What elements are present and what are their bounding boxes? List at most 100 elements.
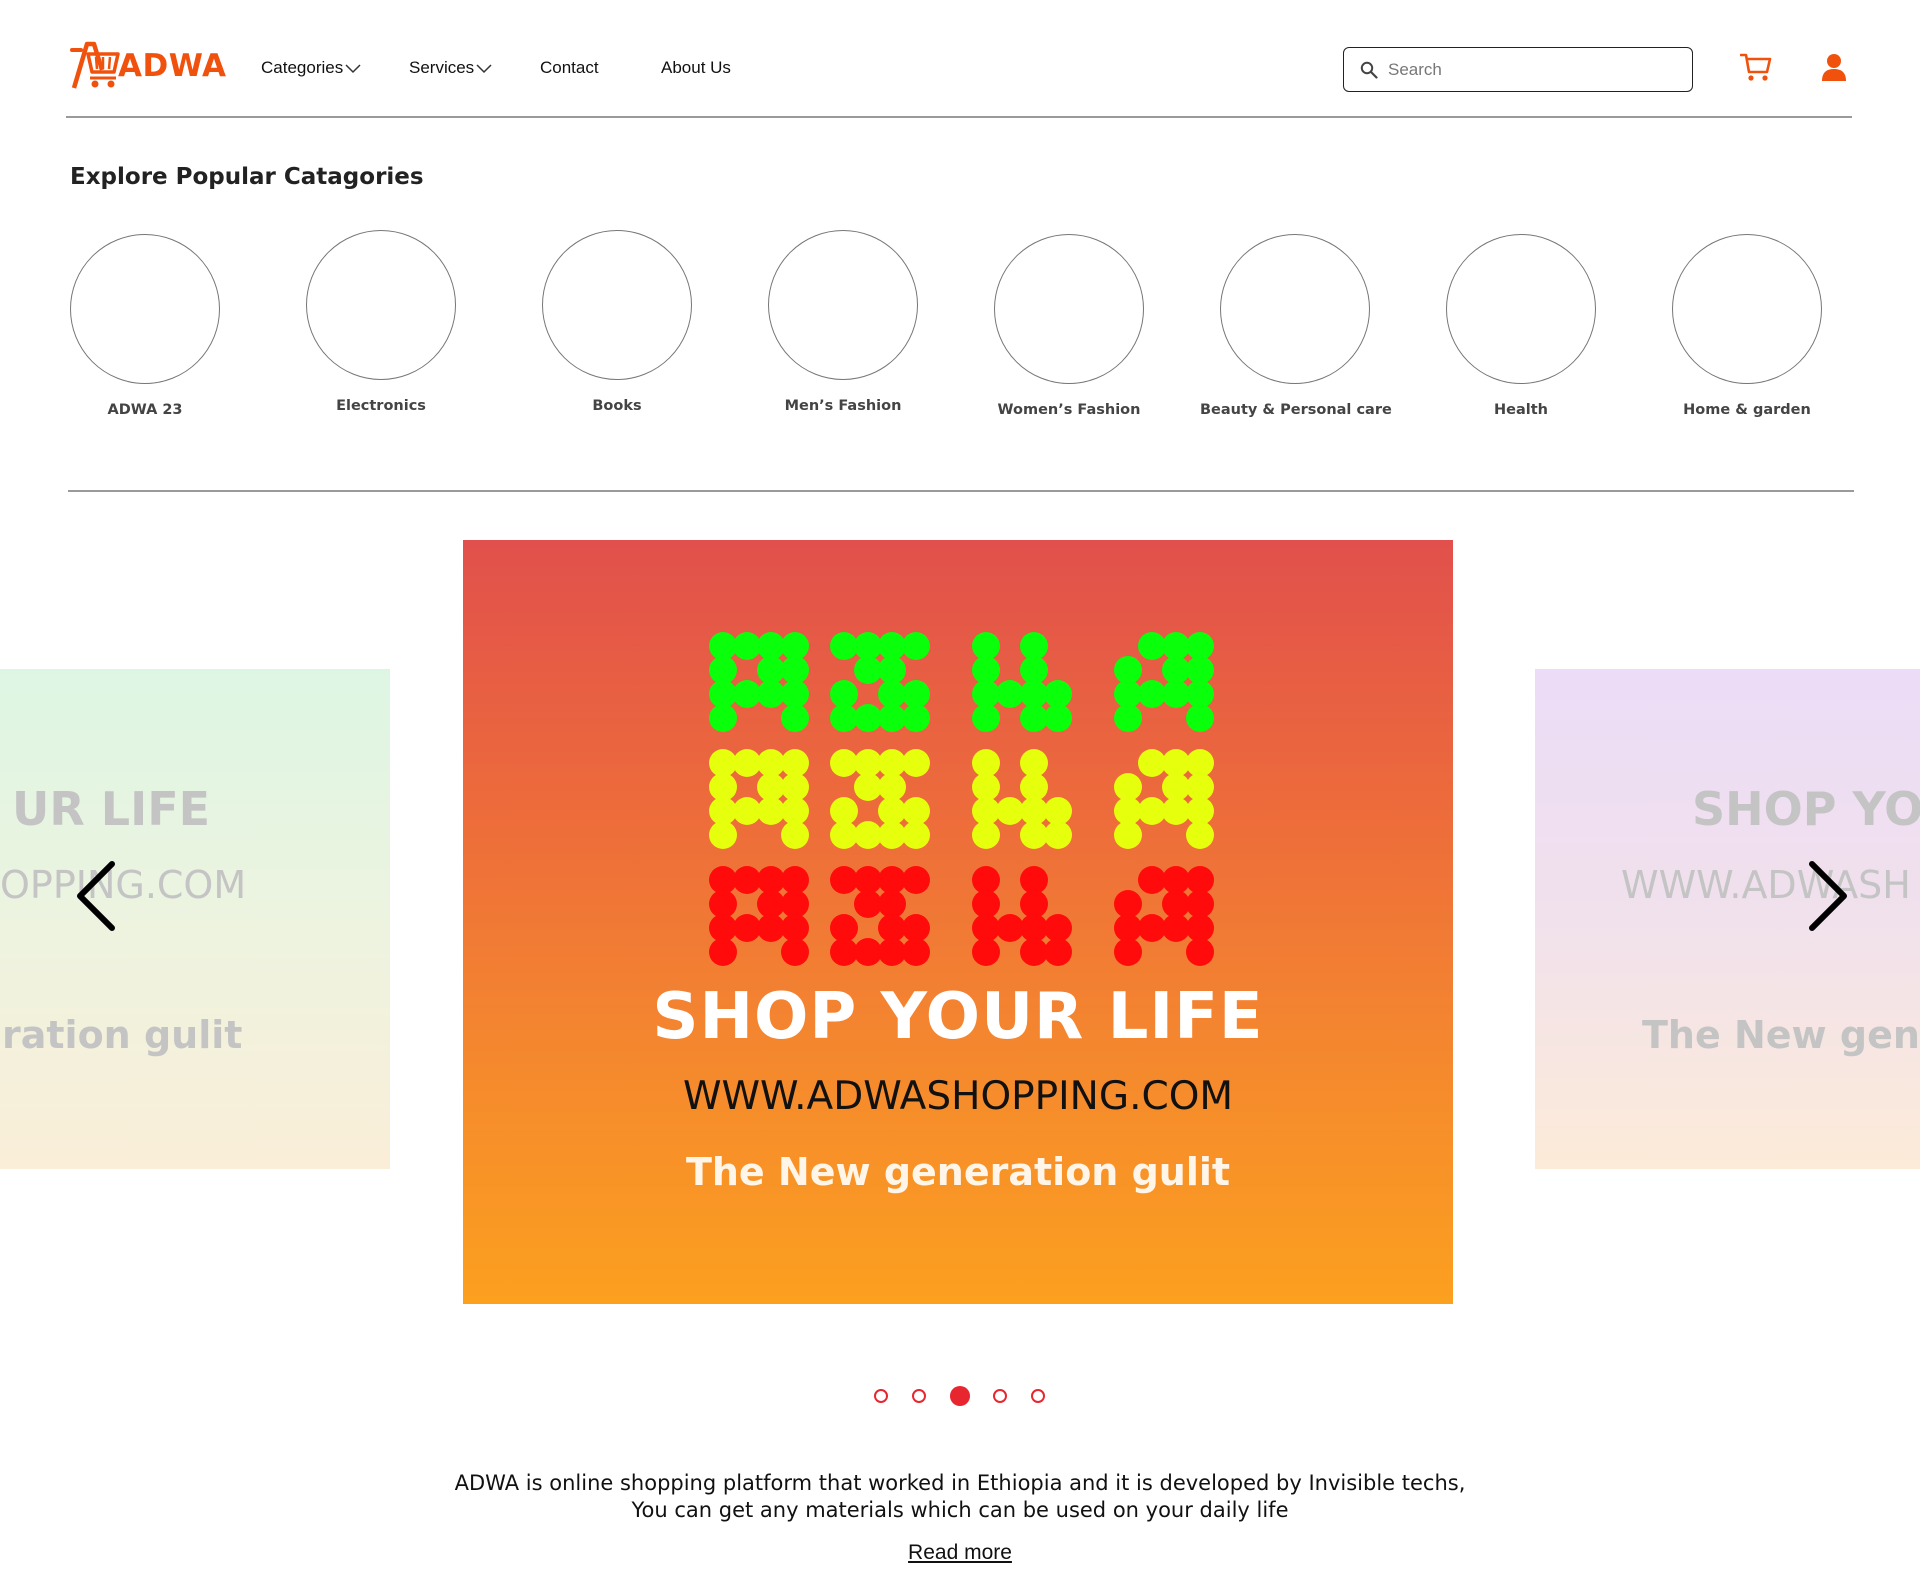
category-item-health[interactable]: Health <box>1426 234 1616 418</box>
user-account-button[interactable] <box>1821 53 1847 86</box>
logo-dot <box>733 632 761 660</box>
cart-button[interactable] <box>1739 52 1772 87</box>
category-label: Electronics <box>336 398 426 414</box>
category-item-home-garden[interactable]: Home & garden <box>1652 234 1842 418</box>
logo-dot <box>878 773 906 801</box>
logo-dot <box>781 821 809 849</box>
logo-dot <box>1162 773 1190 801</box>
cart-icon <box>1739 53 1772 81</box>
logo-dot <box>1020 938 1048 966</box>
carousel-indicator[interactable] <box>1031 1389 1045 1403</box>
logo-dot <box>1186 680 1214 708</box>
chevron-right-icon <box>1809 861 1847 931</box>
logo-dot <box>733 797 761 825</box>
logo-dot <box>709 773 737 801</box>
nav-categories[interactable]: Categories <box>261 58 361 78</box>
logo-dot <box>709 890 737 918</box>
carousel-indicator[interactable] <box>912 1389 926 1403</box>
about-line-1: ADWA is online shopping platform that wo… <box>454 1471 1466 1495</box>
logo-text: ADWA <box>118 48 227 84</box>
logo-dot <box>830 749 858 777</box>
logo-dot <box>757 797 785 825</box>
category-image <box>306 230 456 380</box>
carousel-indicator-active[interactable] <box>950 1386 970 1406</box>
category-label: Books <box>592 398 642 414</box>
logo-dot <box>733 866 761 894</box>
logo-dot <box>878 680 906 708</box>
logo-dot <box>1114 821 1142 849</box>
logo-dot <box>878 797 906 825</box>
chevron-down-icon <box>476 64 492 74</box>
cart-a-logo-icon <box>70 41 120 89</box>
logo-dot <box>757 680 785 708</box>
logo-dot <box>854 656 882 684</box>
category-item-beauty-personal-care[interactable]: Beauty & Personal care <box>1200 234 1392 418</box>
search-input[interactable] <box>1388 59 1678 80</box>
logo-dot <box>1020 866 1048 894</box>
read-more-link[interactable]: Read more <box>908 1541 1012 1564</box>
category-image <box>70 234 220 384</box>
user-icon <box>1822 54 1846 81</box>
logo-dot <box>781 797 809 825</box>
logo-dot <box>781 749 809 777</box>
logo-dot <box>878 821 906 849</box>
logo-dot <box>781 914 809 942</box>
search-box[interactable] <box>1343 47 1693 92</box>
logo-dot <box>1044 797 1072 825</box>
logo-dot <box>902 749 930 777</box>
logo-dot <box>902 866 930 894</box>
carousel-next-button[interactable] <box>1806 860 1850 937</box>
about-line-2: You can get any materials which can be u… <box>631 1498 1289 1522</box>
logo-dot <box>757 866 785 894</box>
category-item-books[interactable]: Books <box>522 230 712 414</box>
logo-dot <box>830 632 858 660</box>
carousel-prev-button[interactable] <box>74 860 118 937</box>
category-label: Men’s Fashion <box>784 398 902 414</box>
logo-dot <box>830 821 858 849</box>
category-item-womens-fashion[interactable]: Women’s Fashion <box>974 234 1164 418</box>
logo-dot <box>1186 938 1214 966</box>
logo-dot <box>1138 866 1166 894</box>
logo-dot <box>1162 914 1190 942</box>
nav-services[interactable]: Services <box>409 58 492 78</box>
logo-dot <box>902 704 930 732</box>
logo-dot <box>1162 656 1190 684</box>
logo-dot <box>709 656 737 684</box>
category-label: ADWA 23 <box>107 402 183 418</box>
logo-dot <box>1114 704 1142 732</box>
logo-dot <box>854 821 882 849</box>
logo-dot <box>1020 797 1048 825</box>
logo-dot <box>1138 680 1166 708</box>
carousel-active-slide[interactable]: SHOP YOUR LIFE WWW.ADWASHOPPING.COM The … <box>463 540 1453 1304</box>
carousel-prev-slide[interactable]: UR LIFE OPPING.COM ration gulit <box>0 669 390 1169</box>
logo-dot <box>854 890 882 918</box>
section-title: Explore Popular Catagories <box>70 164 424 190</box>
header-divider <box>66 116 1852 118</box>
logo-dot <box>902 632 930 660</box>
logo-dot <box>830 680 858 708</box>
logo-dot <box>1162 866 1190 894</box>
logo-dot <box>1020 704 1048 732</box>
logo-dot <box>781 938 809 966</box>
carousel-indicator[interactable] <box>993 1389 1007 1403</box>
logo-dot <box>1186 914 1214 942</box>
category-item-adwa-23[interactable]: ADWA 23 <box>50 234 240 418</box>
logo[interactable]: ADWA <box>70 40 227 92</box>
category-label: Beauty & Personal care <box>1200 402 1392 418</box>
logo-dot <box>709 821 737 849</box>
category-item-mens-fashion[interactable]: Men’s Fashion <box>748 230 938 414</box>
logo-dot <box>972 821 1000 849</box>
nav-contact[interactable]: Contact <box>540 58 599 78</box>
logo-dot <box>972 938 1000 966</box>
logo-dot <box>1186 890 1214 918</box>
logo-dot <box>854 773 882 801</box>
logo-dot <box>902 680 930 708</box>
category-item-electronics[interactable]: Electronics <box>286 230 476 414</box>
logo-dot <box>1114 656 1142 684</box>
nav-about-us[interactable]: About Us <box>661 58 731 78</box>
logo-dot <box>830 938 858 966</box>
carousel-indicator[interactable] <box>874 1389 888 1403</box>
carousel-next-slide[interactable]: SHOP YO WWW.ADWASH The New gene <box>1535 669 1920 1169</box>
logo-dot <box>757 890 785 918</box>
logo-dot <box>1020 632 1048 660</box>
